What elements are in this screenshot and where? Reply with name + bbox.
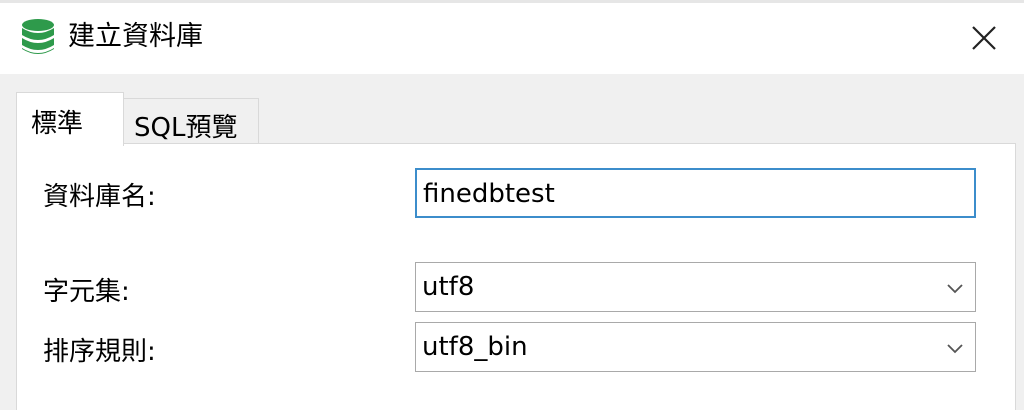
db-name-input[interactable]: finedbtest: [415, 168, 976, 218]
window-top-edge: [0, 0, 1024, 3]
dialog-title: 建立資料庫: [68, 21, 203, 52]
tab-sql-preview[interactable]: SQL預覽: [123, 98, 259, 144]
title-bar: 建立資料庫: [0, 0, 1024, 74]
chevron-down-icon: [947, 344, 963, 354]
charset-select[interactable]: utf8: [415, 262, 976, 312]
db-name-label: 資料庫名:: [43, 182, 156, 212]
collation-label: 排序規則:: [43, 337, 156, 367]
charset-selected-value: utf8: [422, 272, 475, 302]
collation-selected-value: utf8_bin: [422, 332, 528, 362]
create-database-dialog: 建立資料庫 標準 SQL預覽 資料庫名: 字元集: 排序規則: finedbte…: [0, 0, 1024, 410]
charset-label: 字元集:: [43, 277, 130, 307]
close-icon[interactable]: [964, 18, 1004, 58]
tab-strip: 標準 SQL預覽: [0, 74, 1024, 146]
tab-general[interactable]: 標準: [16, 92, 124, 146]
chevron-down-icon: [947, 284, 963, 294]
collation-select[interactable]: utf8_bin: [415, 322, 976, 372]
database-icon: [22, 19, 54, 54]
